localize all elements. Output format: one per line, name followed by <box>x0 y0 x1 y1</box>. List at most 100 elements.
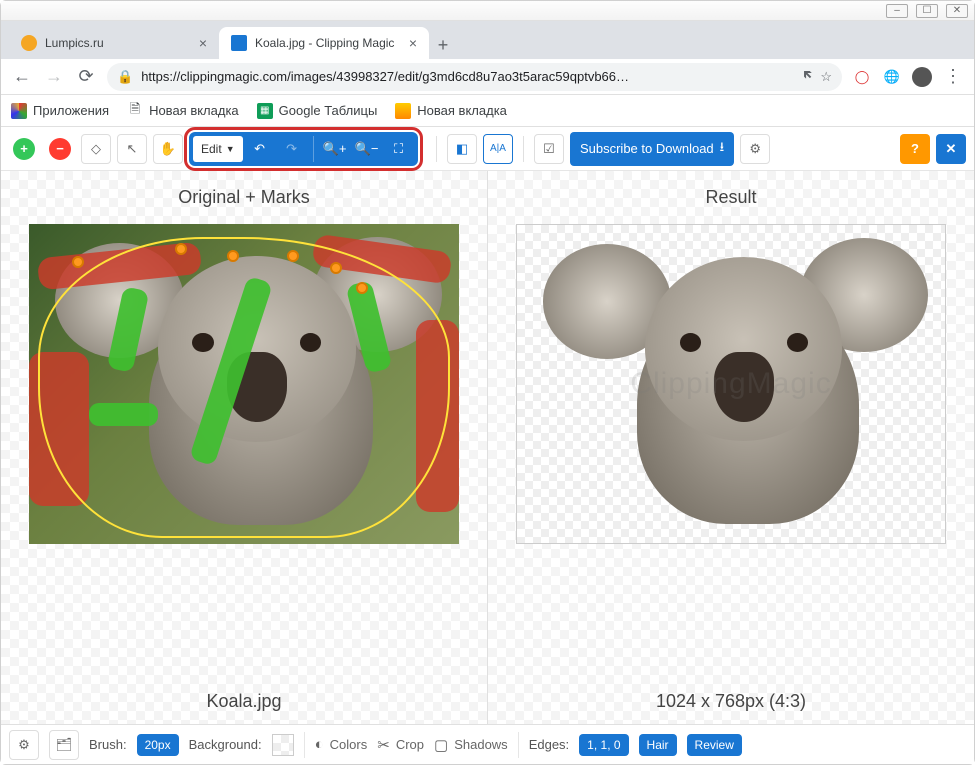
sheets-icon: ▦ <box>257 103 273 119</box>
profile-avatar[interactable] <box>912 67 932 87</box>
tab-close-icon[interactable]: × <box>409 35 417 51</box>
bookmark-label: Приложения <box>33 103 109 118</box>
bookmark-apps[interactable]: Приложения <box>11 103 109 119</box>
zoom-in-icon: 🔍+ <box>323 141 347 157</box>
edit-mode-dropdown[interactable]: Edit ▼ <box>193 136 243 162</box>
eraser-icon: ◇ <box>91 141 101 157</box>
extension-opera-icon[interactable]: ◯ <box>852 67 872 87</box>
redo-icon: ↷ <box>286 141 297 157</box>
fit-icon: ⛶ <box>394 141 403 157</box>
marks-overlay <box>29 224 459 544</box>
shadows-label: Shadows <box>454 737 507 752</box>
result-canvas[interactable]: ClippingMagic <box>516 224 946 544</box>
hair-button[interactable]: Hair <box>639 734 677 756</box>
url-text: https://clippingmagic.com/images/4399832… <box>141 69 795 84</box>
bookmark-item[interactable]: 🗎 Новая вкладка <box>127 103 239 119</box>
bookmark-item[interactable]: Новая вкладка <box>395 103 507 119</box>
extension-globe-icon[interactable]: 🌐 <box>882 67 902 87</box>
eraser-tool-button[interactable]: ◇ <box>81 134 111 164</box>
crop-icon: ✂ <box>377 736 390 754</box>
gear-icon: ⚙ <box>749 141 761 157</box>
browser-menu-button[interactable]: ⋮ <box>942 66 964 87</box>
new-tab-button[interactable]: + <box>429 31 457 59</box>
window-maximize-button[interactable]: ☐ <box>916 4 938 18</box>
translate-icon[interactable]: 🡼 <box>803 66 812 88</box>
tab-close-icon[interactable]: × <box>199 35 207 51</box>
crop-label: Crop <box>396 737 424 752</box>
chevron-down-icon: ▼ <box>226 144 235 154</box>
tab-title: Lumpics.ru <box>45 36 191 50</box>
nav-back-button[interactable]: ← <box>11 66 33 87</box>
output-settings-button[interactable]: ⚙ <box>9 730 39 760</box>
check-icon: ☑ <box>543 141 555 157</box>
browser-tab[interactable]: Lumpics.ru × <box>9 27 219 59</box>
hand-icon: ✋ <box>160 141 176 157</box>
original-canvas[interactable] <box>29 224 459 544</box>
result-panel: Result ClippingMagic 1024 x 768px (4:3) <box>487 171 974 724</box>
window-minimize-button[interactable]: – <box>886 4 908 18</box>
original-title: Original + Marks <box>178 187 310 208</box>
brush-size-button[interactable]: 20px <box>137 734 179 756</box>
window-close-button[interactable]: ✕ <box>946 4 968 18</box>
close-editor-button[interactable]: ✕ <box>936 134 966 164</box>
hand-tool-button[interactable]: ✋ <box>153 134 183 164</box>
browser-tab-active[interactable]: Koala.jpg - Clipping Magic × <box>219 27 429 59</box>
review-button[interactable]: Review <box>687 734 742 756</box>
original-panel: Original + Marks <box>1 171 487 724</box>
zoom-out-icon: 🔍− <box>355 141 379 157</box>
subscribe-download-button[interactable]: Subscribe to Download ⭳ <box>570 132 734 166</box>
background-swatch-button[interactable] <box>272 734 294 756</box>
gear-icon: ⚙ <box>18 737 30 753</box>
zoom-in-button[interactable]: 🔍+ <box>320 134 350 164</box>
colors-icon: ◐ <box>315 736 324 753</box>
bookmark-label: Google Таблицы <box>279 103 378 118</box>
edit-highlight-group: Edit ▼ ↶ ↷ 🔍+ 🔍− ⛶ <box>189 132 418 166</box>
dimensions-label: 1024 x 768px (4:3) <box>656 691 806 712</box>
star-icon[interactable]: ☆ <box>820 69 832 85</box>
nav-reload-button[interactable]: ⟳ <box>75 66 97 87</box>
subscribe-label: Subscribe to Download <box>580 141 714 156</box>
nav-forward-button[interactable]: → <box>43 66 65 87</box>
crop-button[interactable]: ✂ Crop <box>377 736 424 754</box>
remove-tool-button[interactable]: − <box>45 134 75 164</box>
keep-tool-button[interactable]: + <box>9 134 39 164</box>
watermark-text: ClippingMagic <box>517 225 945 543</box>
brush-label: Brush: <box>89 737 127 752</box>
bookmark-item[interactable]: ▦ Google Таблицы <box>257 103 378 119</box>
edges-label: Edges: <box>529 737 569 752</box>
bookmarks-bar: Приложения 🗎 Новая вкладка ▦ Google Табл… <box>1 95 974 127</box>
result-title: Result <box>705 187 756 208</box>
editor-area: Original + Marks <box>1 171 974 724</box>
lock-icon: 🔒 <box>117 69 133 85</box>
edges-value-button[interactable]: 1, 1, 0 <box>579 734 628 756</box>
bottom-toolbar: ⚙ 🗂 Brush: 20px Background: ◐Colors ✂Cro… <box>1 724 974 764</box>
browser-tabstrip: Lumpics.ru × Koala.jpg - Clipping Magic … <box>1 21 974 59</box>
split-icon: ◧ <box>456 141 468 157</box>
compare-ab-button[interactable]: A|A <box>483 134 513 164</box>
filename-label: Koala.jpg <box>206 691 281 712</box>
undo-button[interactable]: ↶ <box>245 134 275 164</box>
redo-button[interactable]: ↷ <box>277 134 307 164</box>
compare-split-button[interactable]: ◧ <box>447 134 477 164</box>
shadows-button[interactable]: ▢ Shadows <box>434 736 508 754</box>
favicon-icon <box>231 35 247 51</box>
cursor-tool-button[interactable]: ↖ <box>117 134 147 164</box>
edit-label: Edit <box>201 142 222 156</box>
preview-check-button[interactable]: ☑ <box>534 134 564 164</box>
image-icon <box>395 103 411 119</box>
help-button[interactable]: ? <box>900 134 930 164</box>
fit-screen-button[interactable]: ⛶ <box>384 134 414 164</box>
page-icon: 🗎 <box>127 103 143 119</box>
layers-button[interactable]: 🗂 <box>49 730 79 760</box>
zoom-out-button[interactable]: 🔍− <box>352 134 382 164</box>
cursor-icon: ↖ <box>127 141 138 157</box>
shadows-icon: ▢ <box>434 736 448 754</box>
tab-title: Koala.jpg - Clipping Magic <box>255 36 401 50</box>
download-icon: ⭳ <box>720 138 725 160</box>
apps-icon <box>11 103 27 119</box>
settings-gear-button[interactable]: ⚙ <box>740 134 770 164</box>
favicon-icon <box>21 35 37 51</box>
url-input[interactable]: 🔒 https://clippingmagic.com/images/43998… <box>107 63 842 91</box>
colors-button[interactable]: ◐Colors <box>315 736 368 753</box>
window-controls: – ☐ ✕ <box>1 1 974 21</box>
